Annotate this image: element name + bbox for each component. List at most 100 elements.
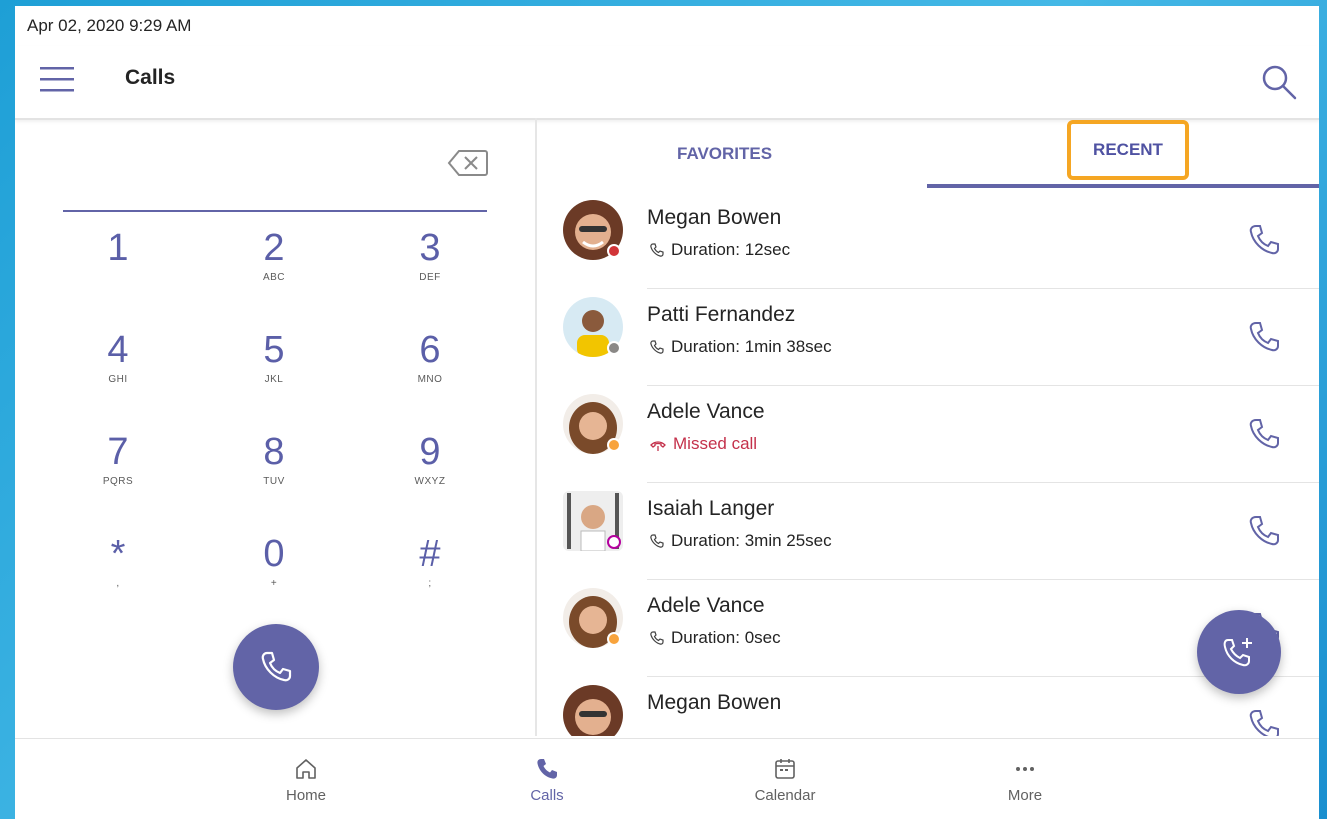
dial-key-letters: JKL	[264, 374, 284, 385]
dial-key-star[interactable]: * ,	[63, 532, 173, 612]
contact-name: Isaiah Langer	[647, 497, 775, 520]
call-duration: Duration: 1min 38sec	[671, 337, 832, 356]
calendar-icon	[775, 759, 795, 779]
nav-calls[interactable]: Calls	[497, 757, 597, 804]
dial-key-4[interactable]: 4 GHI	[63, 328, 173, 408]
phone-icon	[537, 759, 557, 779]
bottom-navigation: Home Calls Calendar More	[15, 738, 1319, 819]
dial-key-letters: +	[270, 578, 278, 589]
contact-name: Megan Bowen	[647, 691, 782, 714]
call-duration: Duration: 0sec	[671, 628, 781, 647]
nav-calendar[interactable]: Calendar	[735, 757, 835, 804]
hamburger-menu-icon[interactable]	[39, 64, 75, 94]
nav-more[interactable]: More	[975, 757, 1075, 804]
dial-key-letters: MNO	[417, 374, 443, 385]
dial-key-0[interactable]: 0 +	[219, 532, 329, 612]
dial-key-digit: #	[419, 533, 441, 575]
dial-key-letters: DEF	[419, 272, 441, 283]
missed-call-label: Missed call	[673, 434, 758, 453]
dial-key-letters: ;	[428, 578, 432, 589]
dial-key-digit: 4	[107, 329, 129, 371]
app-header: Calls	[15, 46, 1319, 120]
dial-key-2[interactable]: 2 ABC	[219, 226, 329, 306]
nav-label: More	[1007, 787, 1043, 804]
device-screen: Apr 02, 2020 9:29 AM Calls 1 2 ABC 3 DEF…	[15, 6, 1319, 819]
contact-name: Patti Fernandez	[647, 303, 796, 326]
missed-call-icon	[650, 441, 666, 451]
dial-key-letters: PQRS	[102, 476, 134, 487]
call-detail: Duration: 3min 25sec	[649, 531, 832, 551]
dial-key-digit: *	[110, 533, 126, 575]
avatar	[563, 685, 623, 736]
dial-key-digit: 3	[419, 227, 441, 269]
calls-tabs: FAVORITES RECENT	[537, 118, 1319, 190]
contact-name: Megan Bowen	[647, 206, 782, 229]
call-detail: Duration: 1min 38sec	[649, 337, 832, 357]
nav-label: Calendar	[754, 787, 816, 804]
dial-key-9[interactable]: 9 WXYZ	[375, 430, 485, 510]
call-duration: Duration: 3min 25sec	[671, 531, 832, 550]
dial-key-digit: 9	[419, 431, 441, 473]
call-list-item[interactable]: Megan Bowen	[537, 677, 1319, 736]
dial-key-letters: ABC	[262, 272, 286, 283]
home-icon	[296, 759, 316, 779]
presence-dnd-indicator	[607, 535, 621, 549]
contact-name: Adele Vance	[647, 400, 765, 423]
tab-favorites[interactable]: FAVORITES	[677, 144, 772, 164]
nav-label: Calls	[530, 787, 564, 804]
dial-key-digit: 8	[263, 431, 285, 473]
presence-offline-indicator	[607, 341, 621, 355]
more-dots-icon	[1016, 767, 1034, 771]
call-list-item[interactable]: Isaiah Langer Duration: 3min 25sec	[537, 483, 1319, 580]
phone-add-icon	[1223, 638, 1252, 667]
new-call-fab[interactable]	[1197, 610, 1281, 694]
presence-away-indicator	[607, 438, 621, 452]
dial-key-8[interactable]: 8 TUV	[219, 430, 329, 510]
dialpad-panel: 1 2 ABC 3 DEF 4 GHI 5 JKL 6 MNO 7 PQRS 8	[15, 118, 535, 738]
call-outgoing-icon	[650, 631, 664, 645]
dial-key-digit: 1	[107, 227, 129, 269]
dial-key-7[interactable]: 7 PQRS	[63, 430, 173, 510]
dial-key-letters: WXYZ	[414, 476, 446, 487]
call-detail: Duration: 0sec	[649, 628, 781, 648]
dial-key-5[interactable]: 5 JKL	[219, 328, 329, 408]
call-back-phone-icon[interactable]	[1247, 513, 1281, 549]
dial-key-digit: 7	[107, 431, 129, 473]
call-list-item[interactable]: Adele Vance Missed call	[537, 386, 1319, 483]
call-back-phone-icon[interactable]	[1247, 222, 1281, 258]
call-list-item[interactable]: Patti Fernandez Duration: 1min 38sec	[537, 289, 1319, 386]
dial-key-letters: GHI	[108, 374, 128, 385]
dial-key-letters: ,	[116, 578, 120, 589]
dial-key-letters: TUV	[263, 476, 285, 487]
presence-away-indicator	[607, 632, 621, 646]
call-duration: Duration: 12sec	[671, 240, 791, 259]
number-input-underline[interactable]	[63, 210, 487, 212]
dial-key-1[interactable]: 1	[63, 226, 173, 306]
call-back-phone-icon[interactable]	[1247, 416, 1281, 452]
call-outgoing-icon	[650, 243, 664, 257]
call-detail: Duration: 12sec	[649, 240, 790, 260]
call-back-phone-icon[interactable]	[1247, 707, 1281, 736]
contact-name: Adele Vance	[647, 594, 765, 617]
dial-key-digit: 5	[263, 329, 285, 371]
presence-busy-indicator	[607, 244, 621, 258]
dial-key-hash[interactable]: # ;	[375, 532, 485, 612]
call-outgoing-icon	[650, 534, 664, 548]
nav-label: Home	[285, 787, 326, 804]
dial-key-6[interactable]: 6 MNO	[375, 328, 485, 408]
tab-recent[interactable]: RECENT	[1067, 120, 1189, 180]
page-title: Calls	[125, 66, 176, 89]
dial-key-digit: 2	[263, 227, 285, 269]
phone-icon	[261, 651, 292, 682]
dial-key-digit: 6	[419, 329, 441, 371]
call-list-item[interactable]: Megan Bowen Duration: 12sec	[537, 192, 1319, 289]
dial-key-3[interactable]: 3 DEF	[375, 226, 485, 306]
nav-home[interactable]: Home	[256, 757, 356, 804]
dial-call-button[interactable]	[233, 624, 319, 710]
search-icon[interactable]	[1259, 62, 1299, 102]
call-detail: Missed call	[649, 434, 757, 454]
backspace-icon[interactable]	[447, 148, 489, 178]
dial-key-digit: 0	[263, 533, 285, 575]
call-back-phone-icon[interactable]	[1247, 319, 1281, 355]
active-tab-indicator	[927, 184, 1319, 188]
